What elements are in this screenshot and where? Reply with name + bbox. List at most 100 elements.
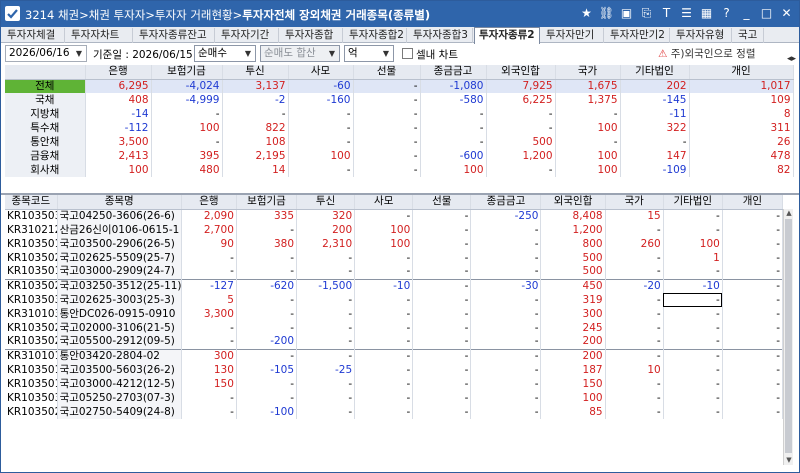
- column-header[interactable]: 종금금고: [420, 65, 487, 80]
- detail-cell[interactable]: -: [605, 321, 664, 335]
- detail-cell[interactable]: -10: [354, 278, 414, 293]
- column-header[interactable]: 기타법인: [663, 195, 723, 210]
- table-row[interactable]: KR103502E국고02000-3106(21-5)------245---: [5, 321, 784, 335]
- tab-item[interactable]: 투자자차트: [67, 28, 133, 43]
- tab-item[interactable]: 투자자체결: [3, 28, 65, 43]
- title-bar[interactable]: 3214 채권>채권 투자자>투자자 거래현황>투자자전체 장외채권 거래종목(…: [1, 1, 799, 27]
- tab-item[interactable]: 투자자기간: [217, 28, 279, 43]
- detail-cell[interactable]: -: [663, 307, 723, 321]
- detail-cell[interactable]: -: [236, 265, 298, 279]
- detail-cell[interactable]: -: [181, 251, 237, 265]
- detail-cell[interactable]: 200: [540, 335, 606, 349]
- detail-cell[interactable]: -: [296, 251, 356, 265]
- detail-cell[interactable]: -: [722, 321, 784, 335]
- detail-cell[interactable]: -: [470, 307, 542, 321]
- detail-cell[interactable]: -: [663, 391, 723, 405]
- detail-cell[interactable]: -: [181, 321, 237, 335]
- detail-cell[interactable]: -: [236, 377, 298, 391]
- summary-cell[interactable]: 3,137: [222, 79, 289, 93]
- column-header[interactable]: 선물: [412, 195, 472, 210]
- column-header[interactable]: 선물: [353, 65, 421, 80]
- detail-cell[interactable]: -: [412, 335, 472, 349]
- summary-cell[interactable]: 408: [85, 93, 152, 107]
- summary-cell[interactable]: 100: [555, 121, 621, 135]
- summary-cell[interactable]: -: [486, 163, 556, 177]
- date-input[interactable]: 2026/06/16 ▼: [5, 45, 87, 62]
- summary-cell[interactable]: 100: [151, 121, 223, 135]
- column-header[interactable]: 보험기금: [236, 195, 298, 210]
- detail-cell[interactable]: -: [663, 377, 723, 391]
- bond-name[interactable]: 국고03250-3512(25-11): [57, 278, 182, 293]
- column-header[interactable]: 종목명: [57, 195, 182, 210]
- summary-cell[interactable]: 500: [486, 135, 556, 149]
- summary-cell[interactable]: -1,080: [420, 79, 487, 93]
- summary-cell[interactable]: 8: [689, 107, 794, 121]
- column-header[interactable]: 은행: [181, 195, 237, 210]
- table-row[interactable]: KR103501G국고03500-2906(26-5)903802,310100…: [5, 237, 784, 251]
- tab-item-active[interactable]: 투자자종류2: [474, 27, 540, 44]
- table-row[interactable]: KR103501T국고03000-4212(12-5)150-----150--…: [5, 377, 784, 391]
- summary-cell[interactable]: 100: [555, 149, 621, 163]
- bond-code[interactable]: KR103502E: [5, 278, 58, 293]
- detail-cell[interactable]: -: [236, 223, 298, 237]
- bond-code[interactable]: KR103501G: [5, 363, 58, 377]
- detail-cell[interactable]: -: [722, 348, 784, 363]
- unit-select[interactable]: 억 ▼: [344, 45, 394, 62]
- detail-cell[interactable]: -: [354, 251, 414, 265]
- tab-item[interactable]: 국고: [734, 28, 764, 43]
- summary-cell[interactable]: -600: [420, 149, 487, 163]
- summary-cell[interactable]: 147: [620, 149, 690, 163]
- detail-cell[interactable]: 300: [540, 307, 606, 321]
- detail-cell[interactable]: -20: [605, 278, 664, 293]
- detail-cell[interactable]: -: [470, 363, 542, 377]
- summary-cell[interactable]: -: [151, 135, 223, 149]
- detail-cell[interactable]: -: [722, 391, 784, 405]
- bond-code[interactable]: KR103502E: [5, 321, 58, 335]
- table-row[interactable]: KR310101G통안03420-2804-02300-----200---: [5, 348, 784, 363]
- detail-cell[interactable]: 8,408: [540, 209, 606, 223]
- trade-type-select[interactable]: 순매수 ▼: [194, 45, 256, 62]
- detail-cell[interactable]: -: [354, 209, 414, 223]
- bond-code[interactable]: KR103503G: [5, 209, 58, 223]
- detail-cell[interactable]: -: [470, 335, 542, 349]
- summary-cell[interactable]: 108: [222, 135, 289, 149]
- detail-cell[interactable]: 15: [605, 209, 664, 223]
- summary-cell[interactable]: 100: [555, 163, 621, 177]
- scroll-down-icon[interactable]: ▼: [784, 456, 794, 465]
- detail-cell[interactable]: -: [722, 265, 784, 279]
- detail-cell[interactable]: -: [722, 251, 784, 265]
- summary-cell[interactable]: 395: [151, 149, 223, 163]
- detail-cell[interactable]: -: [354, 348, 414, 363]
- detail-cell[interactable]: -: [296, 293, 356, 307]
- summary-cell[interactable]: 2,413: [85, 149, 152, 163]
- summary-cell[interactable]: -: [353, 149, 421, 163]
- detail-cell[interactable]: 5: [181, 293, 237, 307]
- detail-cell[interactable]: -: [470, 377, 542, 391]
- detail-cell[interactable]: -: [470, 293, 542, 307]
- summary-cell[interactable]: -4,999: [151, 93, 223, 107]
- bond-name[interactable]: 국고02625-5509(25-7): [57, 251, 182, 265]
- detail-cell[interactable]: 2,310: [296, 237, 356, 251]
- bond-name[interactable]: 국고03500-5603(26-2): [57, 363, 182, 377]
- summary-cell[interactable]: -: [486, 121, 556, 135]
- summary-cell[interactable]: -160: [288, 93, 354, 107]
- column-header[interactable]: 종목코드: [5, 195, 58, 210]
- detail-cell[interactable]: -: [605, 391, 664, 405]
- detail-cell[interactable]: -: [354, 335, 414, 349]
- table-row[interactable]: KR103502E국고02625-5509(25-7)------500-1-: [5, 251, 784, 265]
- detail-cell[interactable]: -: [412, 209, 472, 223]
- detail-cell[interactable]: -: [354, 293, 414, 307]
- bond-code[interactable]: KR310101G: [5, 348, 58, 363]
- calendar-dropdown-icon[interactable]: ▼: [73, 48, 85, 59]
- detail-cell[interactable]: 320: [296, 209, 356, 223]
- summary-row[interactable]: 금융채 2,413 395 2,195 100- -600 1,200 100 147 478: [5, 149, 794, 163]
- detail-cell[interactable]: -: [412, 391, 472, 405]
- summary-cell[interactable]: -: [486, 107, 556, 121]
- bond-name[interactable]: 국고02750-5409(24-8): [57, 405, 182, 419]
- summary-cell[interactable]: 1,017: [689, 79, 794, 93]
- summary-cell[interactable]: -: [420, 107, 487, 121]
- tab-item[interactable]: 투자자유형: [672, 28, 732, 43]
- column-header[interactable]: 국가: [605, 195, 664, 210]
- summary-cell[interactable]: -145: [620, 93, 690, 107]
- detail-cell[interactable]: -: [605, 335, 664, 349]
